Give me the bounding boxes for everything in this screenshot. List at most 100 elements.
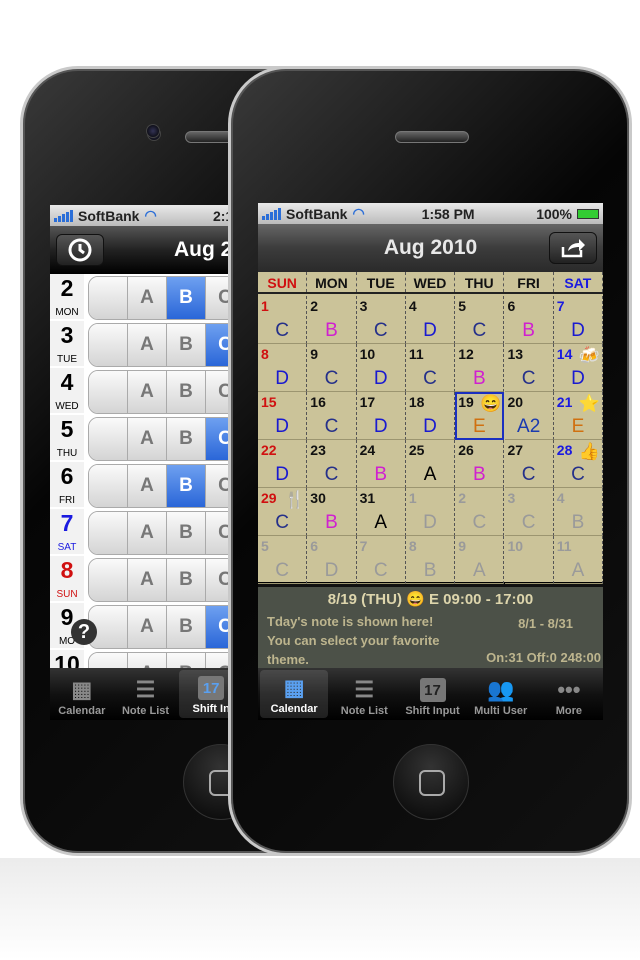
calendar-day[interactable]: 31 A [356,488,406,536]
calendar-day[interactable]: 27 C [504,440,554,488]
calendar-day[interactable]: 9A [455,536,505,584]
shift-option-A[interactable]: A [128,324,167,366]
shift-option-B[interactable]: B [167,371,206,413]
calendar-day[interactable]: 7D [553,296,603,344]
calendar-day[interactable]: 16 C [307,392,357,440]
shift-option-B[interactable]: B [167,465,206,507]
calendar-screen: SoftBank ◠ 1:58 PM 100% Aug 2010 SUN MON T… [258,203,603,720]
day-label: 4 WED [50,368,84,413]
clock-button[interactable] [56,234,104,266]
day-number: 31 [359,490,376,506]
calendar-day[interactable]: 11 C [405,344,456,392]
calendar-day[interactable]: 14 D 🍻 [553,344,603,392]
day-number: 30 [310,490,326,506]
shift-option-A[interactable]: A [128,418,167,460]
calendar-day[interactable]: 21 E ⭐ [553,392,603,440]
fork-knife-icon: 🍴 [284,490,306,509]
calendar-day[interactable]: 4D [405,296,456,344]
calendar-day[interactable]: 15 D [258,392,308,440]
tab-shift-input[interactable]: 17 Shift Input [398,668,466,720]
day-of-week: SUN [56,589,78,600]
shift-code: B [472,368,486,389]
day-number: 2 [60,275,74,301]
calendar-day[interactable]: 5C [258,536,308,584]
calendar-day[interactable]: 3C [504,488,554,536]
shift-option-B[interactable]: B [167,277,206,319]
share-button[interactable] [549,232,597,264]
shift-option-B[interactable]: B [167,559,206,601]
calendar-day[interactable]: 13 C [504,344,554,392]
calendar-day[interactable]: 25 A [405,440,456,488]
calendar-day[interactable]: 11 A [553,536,603,584]
shift-option-none[interactable] [89,465,128,507]
shift-option-none[interactable] [89,277,128,319]
calendar-day[interactable]: 8B [405,536,456,584]
calendar-day[interactable]: 4B [553,488,603,536]
shift-option-B[interactable]: B [167,512,206,554]
calendar-day[interactable]: 5C [455,296,505,344]
help-button[interactable]: ? [71,619,97,645]
calendar-day[interactable]: 8D [258,344,308,392]
day-number: 20 [507,394,524,410]
shift-option-none[interactable] [89,512,128,554]
shift-option-B[interactable]: B [167,324,206,366]
calendar-day[interactable]: 1D [405,488,456,536]
list-icon: ☰ [354,677,375,702]
calendar-day[interactable]: 6D [307,536,357,584]
tab-calendar[interactable]: ▦ Calendar [260,670,329,718]
tab-more[interactable]: ••• More [535,668,603,720]
calendar-day[interactable]: 28 C 👍 [553,440,603,488]
shift-segmented-control: ABC [88,417,245,461]
calendar-day[interactable]: 30 B [307,488,357,536]
shift-code: C [324,464,339,485]
nav-bar: Aug 2 [50,226,245,274]
day-label: 6 FRI [50,462,84,507]
calendar-day[interactable]: 20 A2 [504,392,554,440]
calendar-day[interactable]: 23 C [307,440,357,488]
shift-option-none[interactable] [89,559,128,601]
tab-calendar[interactable]: ▦ Calendar [50,668,114,720]
shift-code: C [521,368,536,389]
shift-option-A[interactable]: A [128,371,167,413]
shift-option-B[interactable]: B [167,418,206,460]
home-button[interactable] [393,744,469,820]
shift-option-none[interactable] [89,371,128,413]
day-number: 21 [556,394,573,410]
calendar-day[interactable]: 7C [356,536,406,584]
day-note-panel[interactable]: 8/19 (THU) 😄 E 09:00 - 17:00 Tday's note… [258,584,603,668]
calendar-day[interactable]: 3C [356,296,406,344]
shift-option-none[interactable] [89,418,128,460]
tab-multi-user[interactable]: 👥 Multi User [467,668,535,720]
reflection [0,858,640,960]
calendar-day[interactable]: 12 B [455,344,505,392]
calendar-day[interactable]: 24 B [356,440,406,488]
calendar-day[interactable]: 22 D [258,440,308,488]
shift-option-B[interactable]: B [167,606,206,648]
day-of-week: WED [55,401,79,412]
shift-option-A[interactable]: A [128,559,167,601]
calendar-day[interactable]: 9C [307,344,357,392]
calendar-day[interactable]: 18 D [405,392,456,440]
thumbs-up-icon: 👍 [578,442,601,461]
calendar-day[interactable]: 1C [258,296,308,344]
tab-note-list[interactable]: ☰ Note List [330,668,398,720]
day-number: 10 [507,538,524,554]
weekday-fri: FRI [504,272,554,292]
calendar-day[interactable]: 19 E 😄 [455,392,505,440]
calendar-day[interactable]: 2B [307,296,357,344]
shift-option-A[interactable]: A [128,606,167,648]
tab-note-list[interactable]: ☰ Note List [114,668,178,720]
calendar-day[interactable]: 6B [504,296,554,344]
shift-option-A[interactable]: A [128,277,167,319]
day-number: 5 [60,416,74,442]
shift-option-A[interactable]: A [128,465,167,507]
calendar-day[interactable]: 29 C 🍴 [258,488,308,536]
shift-option-none[interactable] [89,324,128,366]
shift-option-A[interactable]: A [128,512,167,554]
calendar-day[interactable]: 26 B [455,440,505,488]
calendar-day[interactable]: 2C [455,488,505,536]
calendar-day[interactable]: 10 D [356,344,406,392]
calendar-day[interactable]: 10 [504,536,554,584]
day-number: 4 [408,298,417,314]
calendar-day[interactable]: 17 D [356,392,406,440]
